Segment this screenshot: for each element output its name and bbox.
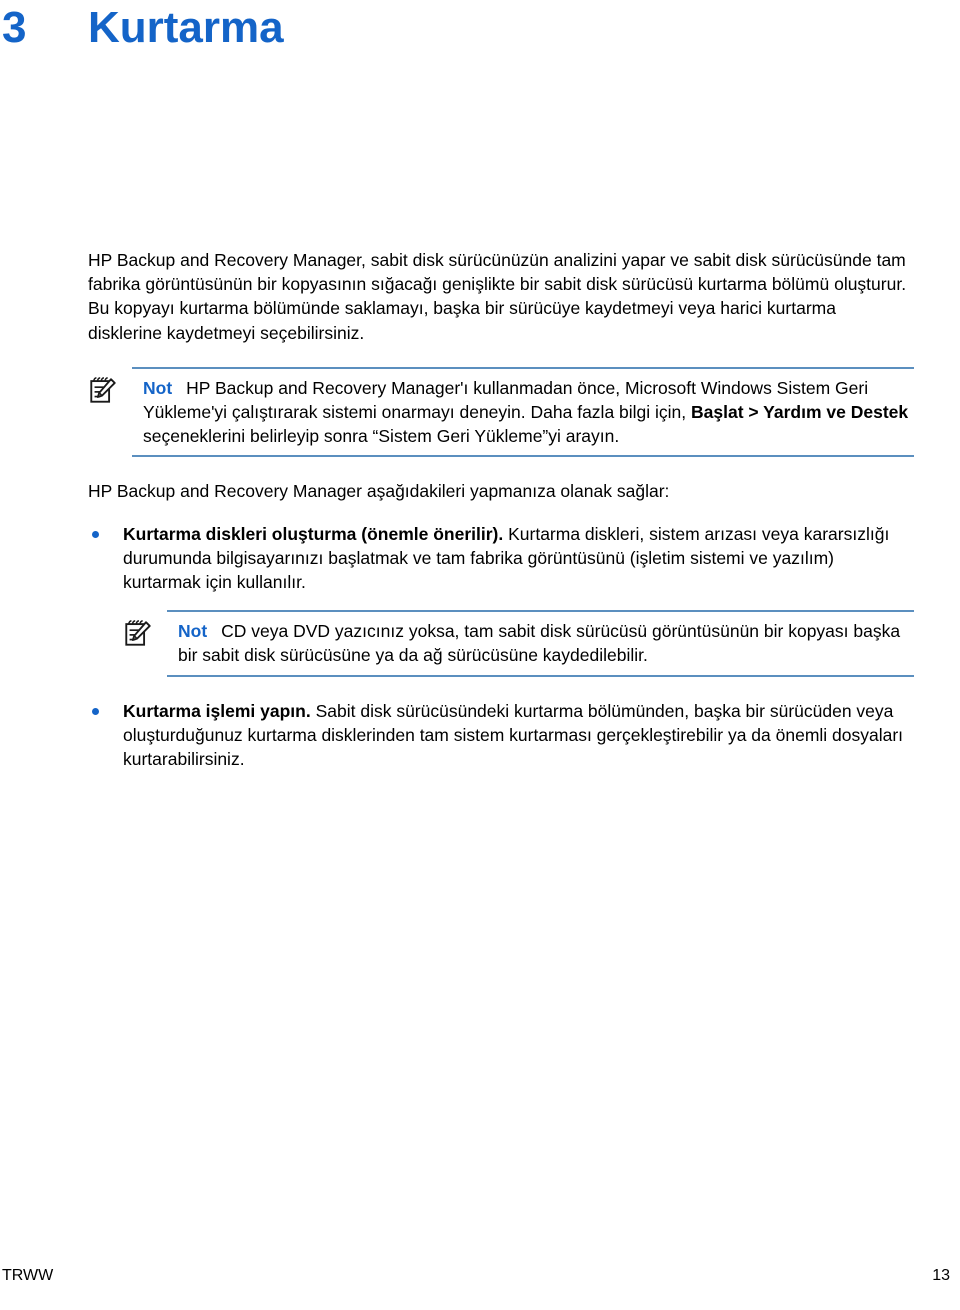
note-body-1: Not HP Backup and Recovery Manager'ı kull… <box>132 366 914 458</box>
bullet-dot-icon <box>92 707 99 715</box>
bullet-dot-icon <box>92 530 99 538</box>
note-text-content: CD veya DVD yazıcınız yoksa, tam sabit d… <box>178 621 901 666</box>
note-text-1: Not HP Backup and Recovery Manager'ı kull… <box>132 376 914 449</box>
bullet-lead-bold: Kurtarma işlemi yapın. <box>123 700 311 721</box>
page-footer: TRWW 13 <box>0 1264 960 1288</box>
list-item: Kurtarma diskleri oluşturma (önemle öner… <box>88 522 914 595</box>
list-item: Kurtarma işlemi yapın. Sabit disk sürücü… <box>88 699 914 772</box>
note-pencil-icon <box>123 610 167 648</box>
note-label: Not <box>143 377 173 398</box>
chapter-title: Kurtarma <box>88 3 284 52</box>
bullet-list-first: Kurtarma diskleri oluşturma (önemle öner… <box>88 522 914 595</box>
document-page: 3 Kurtarma HP Backup and Recovery Manage… <box>0 0 960 1310</box>
bullet-lead-bold: Kurtarma diskleri oluşturma (önemle öner… <box>123 523 504 544</box>
page-content: HP Backup and Recovery Manager, sabit di… <box>88 248 914 771</box>
lead-in-paragraph: HP Backup and Recovery Manager aşağıdaki… <box>88 481 670 502</box>
note-text-part2: seçeneklerini belirleyip sonra “Sistem G… <box>143 426 620 447</box>
chapter-heading: 3 Kurtarma <box>0 6 284 50</box>
note-box-1: Not HP Backup and Recovery Manager'ı kull… <box>88 366 914 458</box>
note-bold-phrase: Başlat > Yardım ve Destek <box>691 402 909 423</box>
note-box-2: Not CD veya DVD yazıcınız yoksa, tam sabi… <box>123 610 914 677</box>
footer-document-label: TRWW <box>2 1267 54 1284</box>
note-label: Not <box>178 621 208 642</box>
note-text-2: Not CD veya DVD yazıcınız yoksa, tam sabi… <box>167 619 914 667</box>
page-number: 13 <box>932 1267 950 1284</box>
note-body-2: Not CD veya DVD yazıcınız yoksa, tam sabi… <box>167 610 914 677</box>
intro-paragraph: HP Backup and Recovery Manager, sabit di… <box>88 250 907 343</box>
chapter-number: 3 <box>2 3 27 52</box>
note-pencil-icon <box>88 367 132 405</box>
bullet-list-second: Kurtarma işlemi yapın. Sabit disk sürücü… <box>88 699 914 772</box>
